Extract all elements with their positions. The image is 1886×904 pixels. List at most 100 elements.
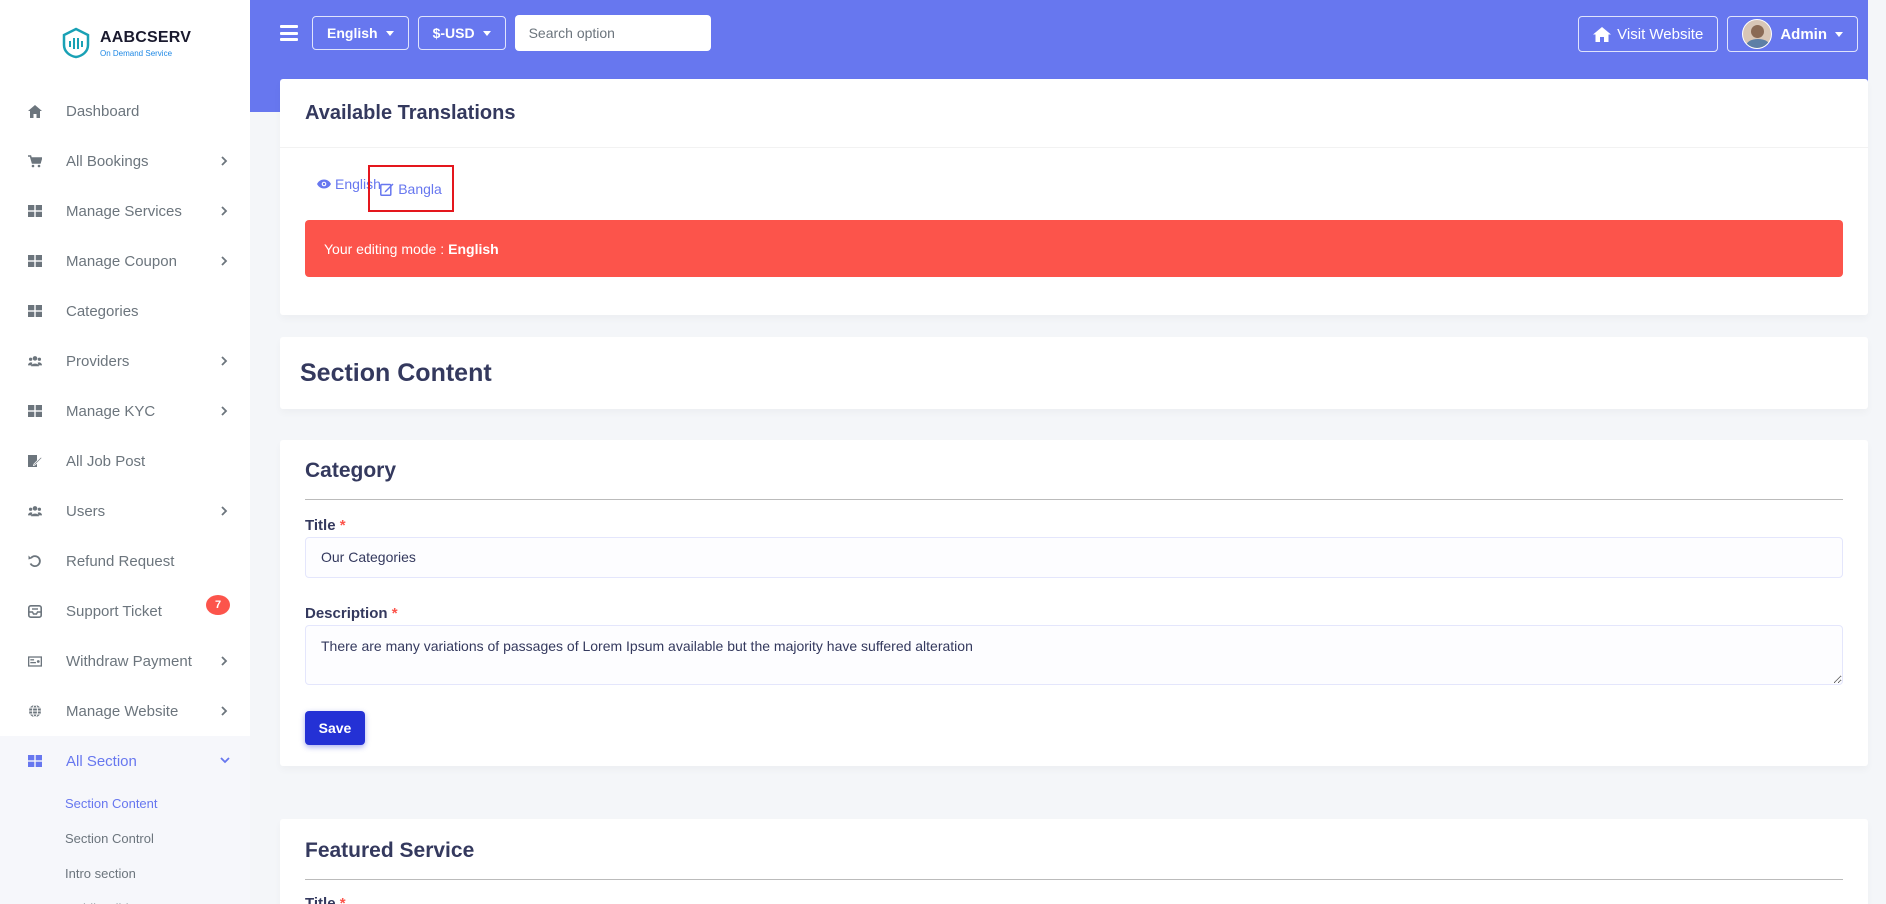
caret-down-icon <box>482 30 491 36</box>
language-links: English Bangla <box>317 165 454 212</box>
sidebar-item-label: All Job Post <box>66 452 146 470</box>
caret-down-icon <box>385 30 394 36</box>
sidebar-item-providers[interactable]: Providers <box>0 336 250 386</box>
edit-doc-icon <box>28 454 42 468</box>
brand-tagline: On Demand Service <box>100 48 173 58</box>
chevron-right-icon <box>220 706 230 716</box>
alert-prefix: Your editing mode : <box>324 240 445 257</box>
undo-icon <box>28 554 42 568</box>
sidebar-item-manage-services[interactable]: Manage Services <box>0 186 250 236</box>
section-content-card: Section Content <box>280 337 1868 409</box>
sidebar-item-label: Users <box>66 502 106 520</box>
caret-down-icon <box>1835 31 1843 37</box>
required-mark: * <box>339 895 346 904</box>
alert-mode: English <box>448 240 499 257</box>
chevron-down-icon <box>220 756 230 766</box>
sidebar-subitem-mobile-slider[interactable]: Mobile Slider <box>0 891 250 904</box>
sidebar-item-manage-kyc[interactable]: Manage KYC <box>0 386 250 436</box>
brand[interactable]: AABCSERV On Demand Service <box>0 0 250 86</box>
sidebar-item-label: Refund Request <box>66 552 175 570</box>
translations-card: Available Translations English Bangla Yo… <box>280 79 1868 315</box>
sidebar-item-all-bookings[interactable]: All Bookings <box>0 136 250 186</box>
eye-icon <box>317 179 331 189</box>
divider <box>305 879 1843 880</box>
sidebar: AABCSERV On Demand Service Dashboard All… <box>0 0 250 904</box>
required-mark: * <box>339 517 346 534</box>
home-icon <box>1593 26 1612 42</box>
featured-title-field-label: Title * <box>305 895 346 904</box>
topbar-right: Visit Website Admin <box>1578 16 1858 52</box>
featured-service-title: Featured Service <box>305 839 475 862</box>
save-button[interactable]: Save <box>305 711 365 745</box>
chevron-right-icon <box>220 506 230 516</box>
sidebar-item-withdraw-payment[interactable]: Withdraw Payment <box>0 636 250 686</box>
search-input[interactable] <box>514 15 711 51</box>
sidebar-item-all-section[interactable]: All Section <box>0 736 250 786</box>
sidebar-item-label: All Section <box>66 752 137 770</box>
featured-title-label-text: Title <box>305 895 336 904</box>
visit-website-label: Visit Website <box>1617 25 1704 43</box>
divider <box>305 499 1843 500</box>
sidebar-item-users[interactable]: Users <box>0 486 250 536</box>
title-field-label: Title * <box>305 517 346 534</box>
sidebar-submenu: Section Content Section Control Intro se… <box>0 786 250 904</box>
notification-badge: 7 <box>206 595 230 615</box>
required-mark: * <box>391 605 398 622</box>
money-icon <box>28 654 42 668</box>
grid-icon <box>28 304 42 318</box>
logo-icon <box>62 27 90 59</box>
grid-icon <box>28 754 42 768</box>
sidebar-item-label: Manage Website <box>66 702 179 720</box>
description-textarea[interactable]: There are many variations of passages of… <box>305 625 1843 685</box>
sidebar-menu: Dashboard All Bookings Manage Services M… <box>0 86 250 786</box>
language-dropdown[interactable]: English <box>312 16 409 50</box>
admin-label: Admin <box>1780 25 1827 43</box>
sidebar-item-label: Manage Services <box>66 202 182 220</box>
users-icon <box>28 504 42 518</box>
home-icon <box>28 104 42 118</box>
chevron-right-icon <box>220 406 230 416</box>
topbar: English $-USD Visit Website Admin <box>250 0 1868 66</box>
chevron-right-icon <box>220 256 230 266</box>
title-input[interactable]: Our Categories <box>305 537 1843 578</box>
menu-toggle-icon[interactable] <box>280 25 298 41</box>
sidebar-item-support-ticket[interactable]: Support Ticket 7 <box>0 586 250 636</box>
description-label-text: Description <box>305 605 388 622</box>
visit-website-button[interactable]: Visit Website <box>1578 16 1719 52</box>
currency-dropdown-label: $-USD <box>432 25 475 41</box>
currency-dropdown[interactable]: $-USD <box>417 16 506 50</box>
sidebar-subitem-intro-section[interactable]: Intro section <box>0 856 250 891</box>
sidebar-item-manage-coupon[interactable]: Manage Coupon <box>0 236 250 286</box>
sidebar-subitem-section-content[interactable]: Section Content <box>0 786 250 821</box>
users-icon <box>28 354 42 368</box>
grid-icon <box>28 204 42 218</box>
language-dropdown-label: English <box>327 25 378 41</box>
sidebar-item-refund-request[interactable]: Refund Request <box>0 536 250 586</box>
admin-dropdown[interactable]: Admin <box>1727 16 1858 52</box>
sidebar-item-all-job-post[interactable]: All Job Post <box>0 436 250 486</box>
page-title: Section Content <box>300 358 492 387</box>
sidebar-item-label: All Bookings <box>66 152 149 170</box>
language-link-label: Bangla <box>398 180 442 197</box>
chevron-right-icon <box>220 206 230 216</box>
title-label-text: Title <box>305 517 336 534</box>
translations-title: Available Translations <box>305 101 516 124</box>
chevron-right-icon <box>220 656 230 666</box>
sidebar-item-label: Dashboard <box>66 102 140 120</box>
sidebar-item-label: Categories <box>66 302 139 320</box>
language-link-bangla[interactable]: Bangla <box>368 165 454 212</box>
sidebar-subitem-section-control[interactable]: Section Control <box>0 821 250 856</box>
grid-icon <box>28 254 42 268</box>
inbox-icon <box>28 604 42 618</box>
cart-icon <box>28 154 42 168</box>
sidebar-item-label: Withdraw Payment <box>66 652 192 670</box>
sidebar-item-categories[interactable]: Categories <box>0 286 250 336</box>
category-title: Category <box>305 459 397 482</box>
description-field-label: Description * <box>305 605 398 622</box>
edit-icon <box>380 183 394 196</box>
sidebar-item-label: Manage Coupon <box>66 252 177 270</box>
chevron-right-icon <box>220 356 230 366</box>
sidebar-item-label: Providers <box>66 352 130 370</box>
sidebar-item-dashboard[interactable]: Dashboard <box>0 86 250 136</box>
sidebar-item-manage-website[interactable]: Manage Website <box>0 686 250 736</box>
